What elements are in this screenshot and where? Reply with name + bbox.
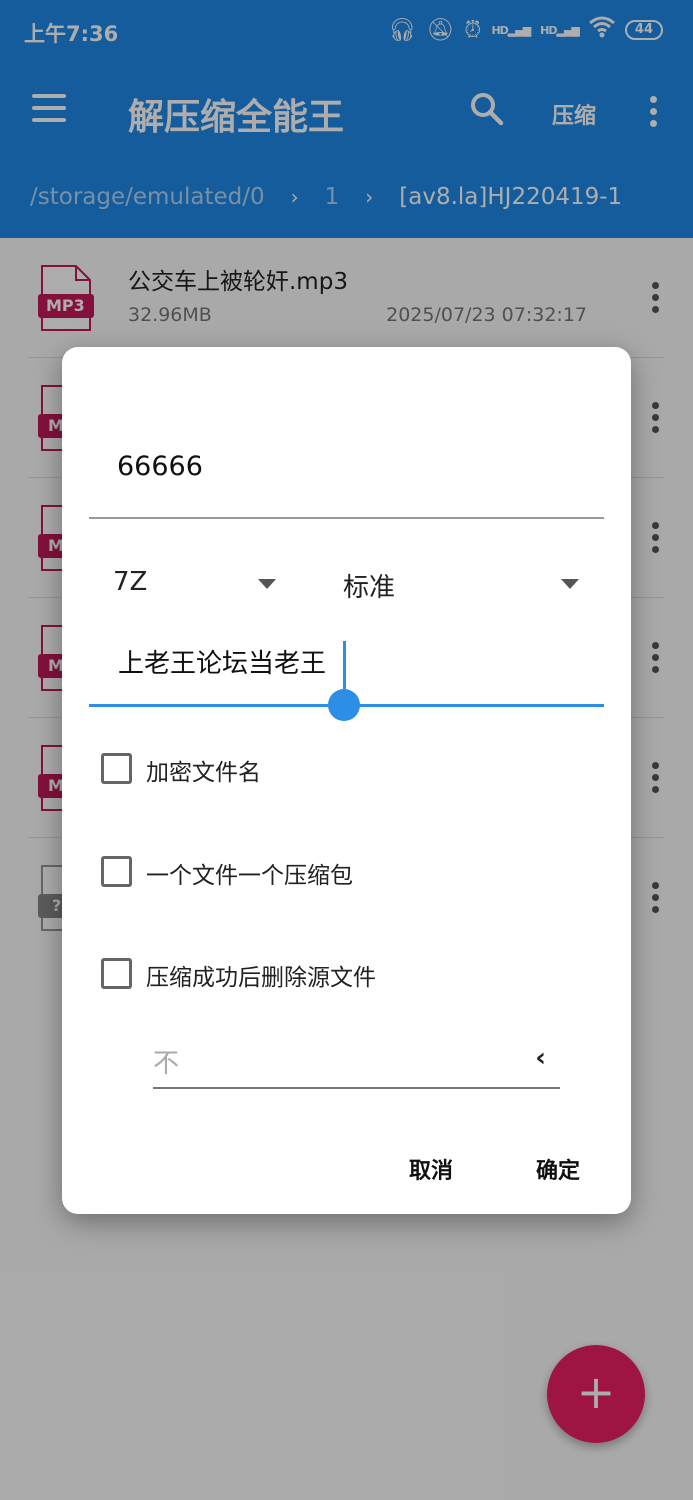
checkbox-icon[interactable]	[101, 958, 132, 989]
dropdown-arrow-icon	[258, 579, 276, 589]
checkbox-label: 压缩成功后删除源文件	[146, 965, 376, 991]
ok-button[interactable]: 确定	[536, 1153, 580, 1185]
text-cursor	[343, 641, 346, 693]
format-select[interactable]: 7Z	[113, 561, 283, 611]
format-value: 7Z	[113, 567, 148, 597]
checkbox-icon[interactable]	[101, 753, 132, 784]
checkbox-label: 加密文件名	[146, 760, 261, 786]
checkbox-icon[interactable]	[101, 856, 132, 887]
one-archive-per-file-checkbox[interactable]: 一个文件一个压缩包	[101, 852, 421, 892]
level-value: 标准	[343, 573, 396, 603]
password-input[interactable]: 上老王论坛当老王	[118, 643, 326, 680]
password-field[interactable]: 上老王论坛当老王	[89, 623, 604, 721]
compress-dialog: 7Z 标准 上老王论坛当老王 加密文件名 一个文件一个压缩包 压缩成功后删除源文…	[62, 347, 631, 1214]
split-volume-field[interactable]: 不 ‹	[153, 1037, 560, 1089]
checkbox-label: 一个文件一个压缩包	[146, 863, 353, 889]
cancel-button[interactable]: 取消	[409, 1153, 453, 1185]
dropdown-arrow-icon	[561, 579, 579, 589]
archive-name-input[interactable]	[117, 451, 577, 482]
chevron-left-icon[interactable]: ‹	[535, 1043, 546, 1073]
delete-source-checkbox[interactable]: 压缩成功后删除源文件	[101, 954, 441, 994]
cursor-handle[interactable]	[328, 689, 360, 721]
split-volume-value[interactable]: 不	[153, 1043, 179, 1080]
level-select[interactable]: 标准	[343, 561, 583, 611]
encrypt-filenames-checkbox[interactable]: 加密文件名	[101, 749, 401, 789]
archive-name-field[interactable]	[89, 433, 604, 519]
